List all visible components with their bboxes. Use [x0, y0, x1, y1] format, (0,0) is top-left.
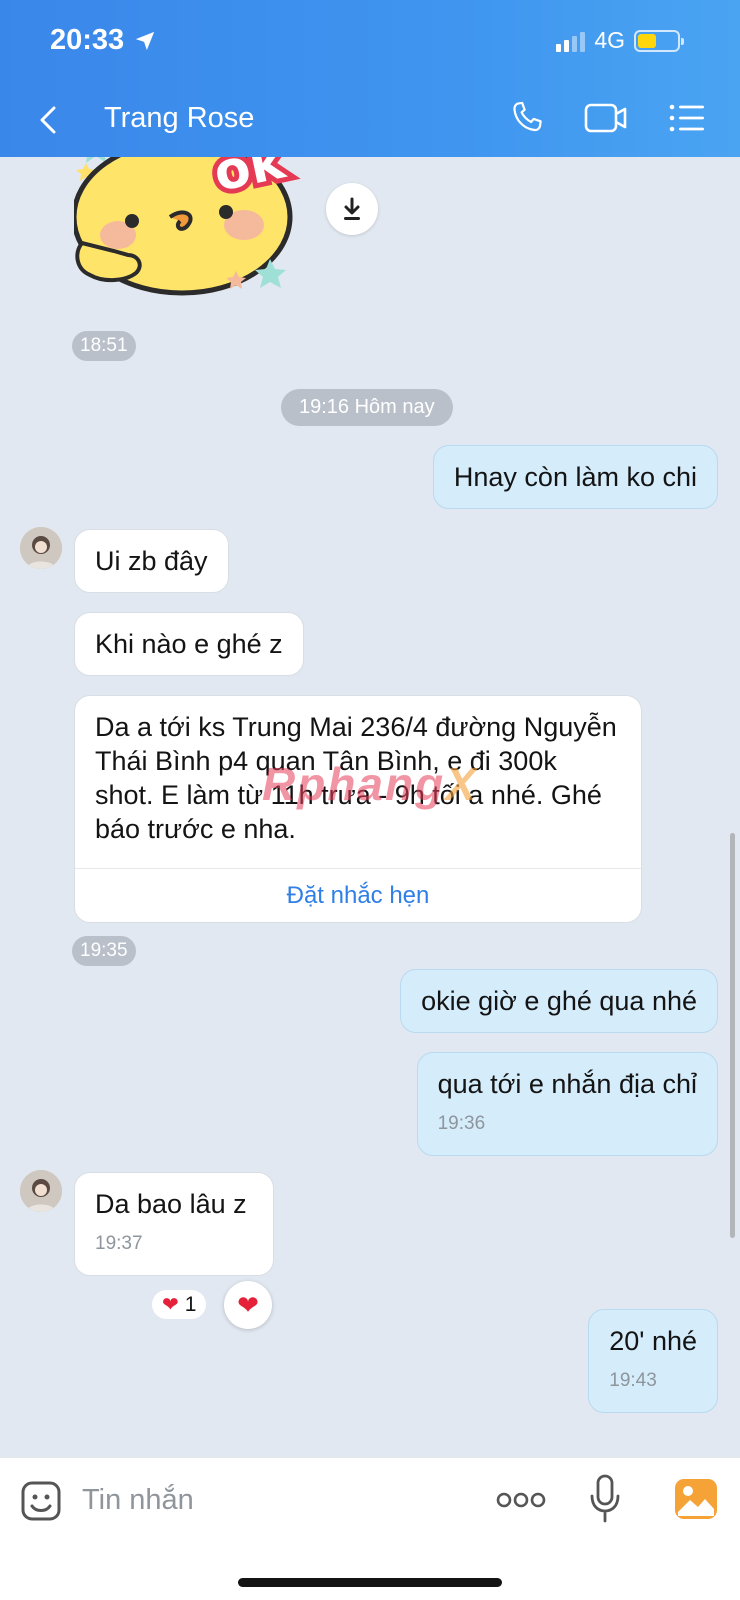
menu-button[interactable]: [668, 96, 708, 140]
outgoing-message[interactable]: qua tới e nhắn địa chỉ 19:36: [416, 1052, 718, 1156]
message-time: 19:36: [437, 1113, 486, 1134]
contact-avatar[interactable]: [20, 527, 62, 569]
outgoing-message[interactable]: 20' nhé 19:43: [588, 1309, 718, 1413]
image-gallery-icon[interactable]: [674, 1478, 718, 1520]
heart-icon: ❤: [162, 1294, 179, 1316]
network-label: 4G: [594, 27, 625, 53]
scrollbar[interactable]: [730, 833, 735, 1238]
back-icon[interactable]: [34, 100, 64, 140]
more-options-icon[interactable]: [496, 1488, 546, 1512]
call-button[interactable]: [508, 96, 548, 140]
reaction-summary[interactable]: ❤ 1: [152, 1290, 207, 1319]
message-time: 19:35: [72, 936, 136, 966]
contact-avatar[interactable]: [20, 1170, 62, 1212]
status-time: 20:33: [50, 24, 156, 57]
download-button[interactable]: [326, 183, 378, 235]
location-arrow-icon: [136, 31, 155, 50]
message-time: 18:51: [72, 331, 136, 361]
message-text: okie giờ e ghé qua nhé: [421, 986, 697, 1016]
incoming-message-with-action[interactable]: Da a tới ks Trung Mai 236/4 đường Nguyễn…: [74, 695, 642, 923]
incoming-message[interactable]: Da bao lâu z 19:37: [74, 1172, 274, 1276]
message-text: 20' nhé: [609, 1326, 697, 1356]
message-time: 19:43: [609, 1370, 657, 1391]
reaction-count: 1: [184, 1292, 197, 1316]
contact-name[interactable]: Trang Rose: [104, 102, 254, 135]
sticker-emoji-icon[interactable]: [20, 1480, 62, 1522]
signal-icon: [556, 30, 586, 52]
message-input[interactable]: [82, 1476, 462, 1524]
message-text: Da bao lâu z: [95, 1189, 247, 1219]
chat-area[interactable]: ok 18:51 19:16 Hôm nay Hnay còn làm ko c…: [0, 157, 740, 1457]
chat-header: 20:33 4G Trang Rose: [0, 0, 740, 157]
clock-text: 20:33: [50, 24, 125, 56]
battery-icon: [634, 29, 684, 52]
avatar-image: [20, 527, 62, 569]
message-composer: [0, 1457, 740, 1600]
message-time: 19:37: [95, 1233, 143, 1254]
microphone-icon[interactable]: [588, 1474, 622, 1524]
message-text: Hnay còn làm ko chi: [453, 462, 697, 492]
message-text: qua tới e nhắn địa chỉ: [437, 1069, 697, 1099]
set-reminder-link[interactable]: Đặt nhắc hẹn: [75, 868, 641, 922]
outgoing-message[interactable]: Hnay còn làm ko chi: [432, 445, 718, 509]
date-separator: 19:16 Hôm nay: [281, 389, 453, 426]
video-call-button[interactable]: [584, 96, 632, 140]
outgoing-message[interactable]: okie giờ e ghé qua nhé: [400, 969, 718, 1033]
react-button[interactable]: ❤: [224, 1281, 272, 1329]
message-text: Da a tới ks Trung Mai 236/4 đường Nguyễn…: [95, 712, 617, 844]
list-menu-icon: [669, 104, 704, 132]
incoming-message[interactable]: Khi nào e ghé z: [74, 612, 304, 676]
message-text: Ui zb đây: [95, 546, 208, 576]
status-indicators: 4G: [556, 27, 684, 54]
ok-chick-sticker[interactable]: ok: [74, 157, 314, 303]
video-camera-icon: [584, 103, 627, 133]
phone-icon: [513, 101, 542, 132]
heart-icon: ❤: [237, 1289, 259, 1320]
avatar-image: [20, 1170, 62, 1212]
home-indicator: [238, 1578, 502, 1587]
incoming-message[interactable]: Ui zb đây: [74, 529, 229, 593]
download-icon: [344, 197, 360, 220]
message-text: Khi nào e ghé z: [95, 629, 283, 659]
